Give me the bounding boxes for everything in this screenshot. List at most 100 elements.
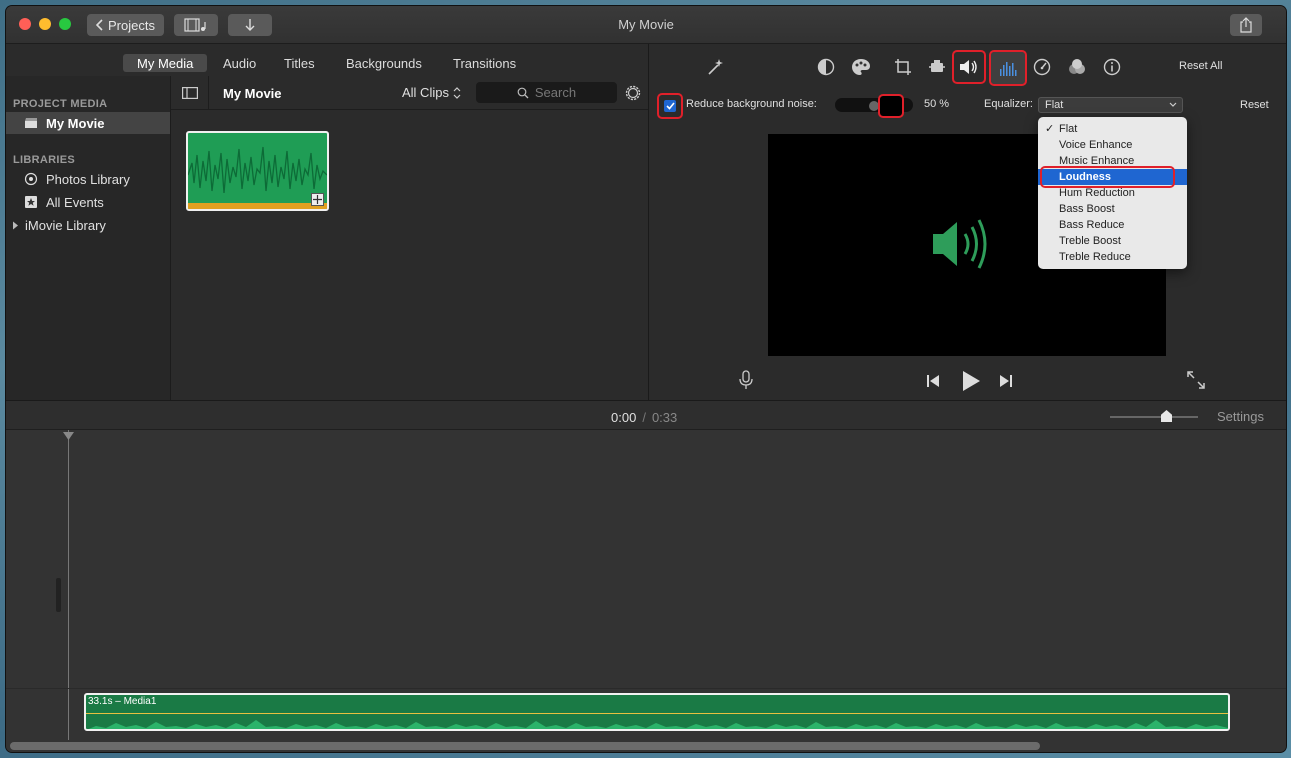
fullscreen-button[interactable] [1187,371,1205,389]
clip-info-button[interactable] [1097,52,1127,82]
browser-title: My Movie [223,86,282,101]
magic-wand-icon [705,57,725,77]
crop-icon [894,58,912,76]
speaker-icon [959,59,979,75]
volume-button[interactable] [952,50,986,84]
zoom-slider-knob[interactable] [1161,410,1172,422]
play-button[interactable] [961,370,981,392]
libraries-header: LIBRARIES [13,154,75,166]
sidebar-item-label: All Events [46,194,104,210]
sidebar-item-label: My Movie [46,115,105,131]
browser-settings-button[interactable] [623,83,643,103]
timeline-audio-clip[interactable]: 33.1s – Media1 [84,693,1230,731]
tab-titles[interactable]: Titles [270,54,329,72]
waveform-graphic [188,146,327,209]
checkmark-icon: ✓ [1045,123,1055,135]
equalizer-label: Equalizer: [984,98,1033,110]
tab-my-media[interactable]: My Media [123,54,208,72]
search-field[interactable]: Search [476,82,617,103]
equalizer-option-voice-enhance[interactable]: Voice Enhance [1038,137,1187,153]
crop-button[interactable] [888,52,918,82]
clip-filter-effects-button[interactable] [1062,52,1092,82]
disclosure-triangle-icon[interactable] [12,221,19,230]
viewer-pane: Reset All Reduce background noise: 50 % … [649,44,1286,400]
noise-slider-knob[interactable] [869,101,879,111]
noise-percent-value: 50 % [924,98,950,110]
color-correction-button[interactable] [846,52,876,82]
total-time: 0:33 [651,410,678,425]
voiceover-button[interactable] [739,370,753,390]
sidebar-item-photos-library[interactable]: Photos Library [6,168,170,190]
updown-chevron-icon [453,86,461,99]
sidebar-item-my-movie[interactable]: My Movie [6,112,170,134]
equalizer-select[interactable]: Flat [1038,97,1183,113]
enhance-button[interactable] [700,52,730,82]
speed-button[interactable] [1027,52,1057,82]
reset-button[interactable]: Reset [1240,99,1269,111]
plus-icon [313,195,322,204]
clip-filter-select[interactable]: All Clips [402,85,461,100]
sidebar-item-label: iMovie Library [25,217,106,233]
share-icon [1239,17,1253,33]
media-tab-bar: My Media Audio Titles Backgrounds Transi… [6,44,648,76]
microphone-icon [739,370,753,390]
timeline-waveform-graphic [88,720,1228,729]
tab-audio[interactable]: Audio [209,54,270,72]
loudness-highlight-box [1040,166,1175,188]
stabilization-button[interactable] [922,52,952,82]
equalizer-option-treble-boost[interactable]: Treble Boost [1038,233,1187,249]
previous-button[interactable] [926,374,940,388]
search-placeholder: Search [534,85,577,100]
gear-icon [623,83,643,103]
star-box-icon [24,195,38,209]
timeline-horizontal-scrollbar[interactable] [10,742,1040,750]
tab-transitions[interactable]: Transitions [439,54,530,72]
equalizer-bars-icon [999,60,1017,76]
reduce-noise-label: Reduce background noise: [686,98,817,110]
sidebar-toggle-button[interactable] [171,76,209,110]
equalizer-option-treble-reduce[interactable]: Treble Reduce [1038,249,1187,265]
skip-forward-icon [999,374,1013,388]
equalizer-option-flat[interactable]: ✓ Flat [1038,121,1187,137]
audio-lane-divider [6,688,1286,689]
clip-filter-value: All Clips [402,85,449,100]
equalizer-option-music-enhance[interactable]: Music Enhance [1038,153,1187,169]
color-balance-button[interactable] [811,52,841,82]
reset-all-button[interactable]: Reset All [1179,60,1222,72]
next-button[interactable] [999,374,1013,388]
equalizer-option-hum-reduction[interactable]: Hum Reduction [1038,185,1187,201]
share-button[interactable] [1230,14,1262,36]
equalizer-dropdown-menu: ✓ Flat Voice Enhance Music Enhance Loudne… [1038,117,1187,269]
info-icon [1103,58,1121,76]
imovie-window: Projects My Movie My Media Audio Titles … [6,6,1286,752]
equalizer-option-bass-reduce[interactable]: Bass Reduce [1038,217,1187,233]
timeline-settings-button[interactable]: Settings [1217,409,1264,424]
tab-backgrounds[interactable]: Backgrounds [332,54,436,72]
equalizer-option-loudness[interactable]: Loudness [1038,166,1187,188]
speedometer-icon [1033,58,1051,76]
audio-clip-thumbnail[interactable] [186,131,329,211]
current-time: 0:00 [611,410,637,425]
reduce-noise-checkbox[interactable] [657,93,683,119]
sidebar-item-imovie-library[interactable]: iMovie Library [6,214,170,236]
window-title: My Movie [618,17,674,32]
timeline-zoom-slider[interactable] [1110,410,1198,422]
playhead[interactable] [68,430,69,740]
timeline: 33.1s – Media1 [6,430,1286,752]
project-media-header: PROJECT MEDIA [13,98,108,110]
clip-duration-label: 33.1s – Media1 [88,696,157,707]
sidebar-item-all-events[interactable]: All Events [6,191,170,213]
timecode-display: 0:00 / 0:33 [611,410,677,425]
timeline-scroll-indicator [56,578,61,612]
noise-slider-handle-highlight[interactable] [878,94,904,118]
chevron-down-icon [1169,99,1177,111]
browser-toolbar: My Movie All Clips Search [171,76,648,110]
expand-arrows-icon [1187,371,1205,389]
play-icon [961,370,981,392]
playhead-marker-icon [63,432,74,441]
noise-reduction-equalizer-button[interactable] [989,50,1027,86]
equalizer-option-bass-boost[interactable]: Bass Boost [1038,201,1187,217]
skip-back-icon [926,374,940,388]
add-to-project-button[interactable] [311,193,324,206]
sidebar-panel-icon [181,87,198,99]
